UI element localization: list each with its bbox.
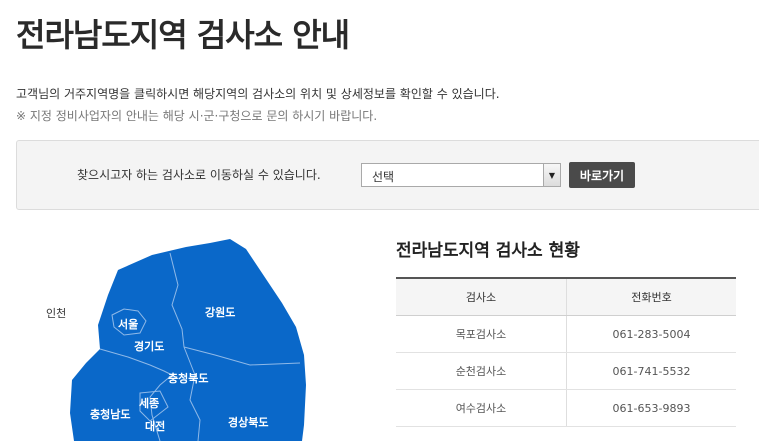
map-label-seoul[interactable]: 서울 <box>118 317 138 331</box>
map-label-gyeongbuk[interactable]: 경상북도 <box>228 415 268 429</box>
table-row: 순천검사소 061-741-5532 <box>396 352 736 390</box>
map-label-chungbuk[interactable]: 충청북도 <box>168 371 208 385</box>
station-select[interactable]: 선택 ▼ <box>361 163 561 187</box>
map-label-gangwon[interactable]: 강원도 <box>205 305 235 319</box>
column-header-station: 검사소 <box>396 277 567 316</box>
station-name: 여수검사소 <box>396 389 567 427</box>
map-label-incheon[interactable]: 인천 <box>46 306 66 320</box>
map-label-sejong[interactable]: 세종 <box>139 396 159 410</box>
station-name: 순천검사소 <box>396 352 567 390</box>
note-text: ※ 지정 정비사업자의 안내는 해당 시·군·구청으로 문의 하시기 바랍니다. <box>16 109 378 123</box>
map-label-gyeonggi[interactable]: 경기도 <box>134 339 164 353</box>
search-label: 찾으시고자 하는 검사소로 이동하실 수 있습니다. <box>77 168 321 182</box>
map-label-daejeon[interactable]: 대전 <box>145 419 165 433</box>
chevron-down-icon[interactable]: ▼ <box>543 164 560 186</box>
status-title: 전라남도지역 검사소 현황 <box>396 241 580 261</box>
station-phone: 061-741-5532 <box>566 352 736 390</box>
table-header-row: 검사소 전화번호 <box>396 277 736 316</box>
station-name: 목포검사소 <box>396 315 567 353</box>
page-title: 전라남도지역 검사소 안내 <box>16 16 350 54</box>
station-phone: 061-283-5004 <box>566 315 736 353</box>
column-header-phone: 전화번호 <box>566 277 736 316</box>
table-row: 목포검사소 061-283-5004 <box>396 315 736 353</box>
select-value: 선택 <box>372 170 395 184</box>
intro-text: 고객님의 거주지역명을 클릭하시면 해당지역의 검사소의 위치 및 상세정보를 … <box>16 87 500 101</box>
go-button[interactable]: 바로가기 <box>569 162 635 188</box>
region-map: 인천 서울 경기도 강원도 충청북도 충청남도 세종 대전 경상북도 <box>46 239 306 441</box>
map-label-chungnam[interactable]: 충청남도 <box>90 407 130 421</box>
search-box: 찾으시고자 하는 검사소로 이동하실 수 있습니다. 선택 ▼ 바로가기 <box>16 140 759 210</box>
station-phone: 061-653-9893 <box>566 389 736 427</box>
table-row: 여수검사소 061-653-9893 <box>396 389 736 427</box>
station-table: 검사소 전화번호 목포검사소 061-283-5004 순천검사소 061-74… <box>396 277 736 427</box>
